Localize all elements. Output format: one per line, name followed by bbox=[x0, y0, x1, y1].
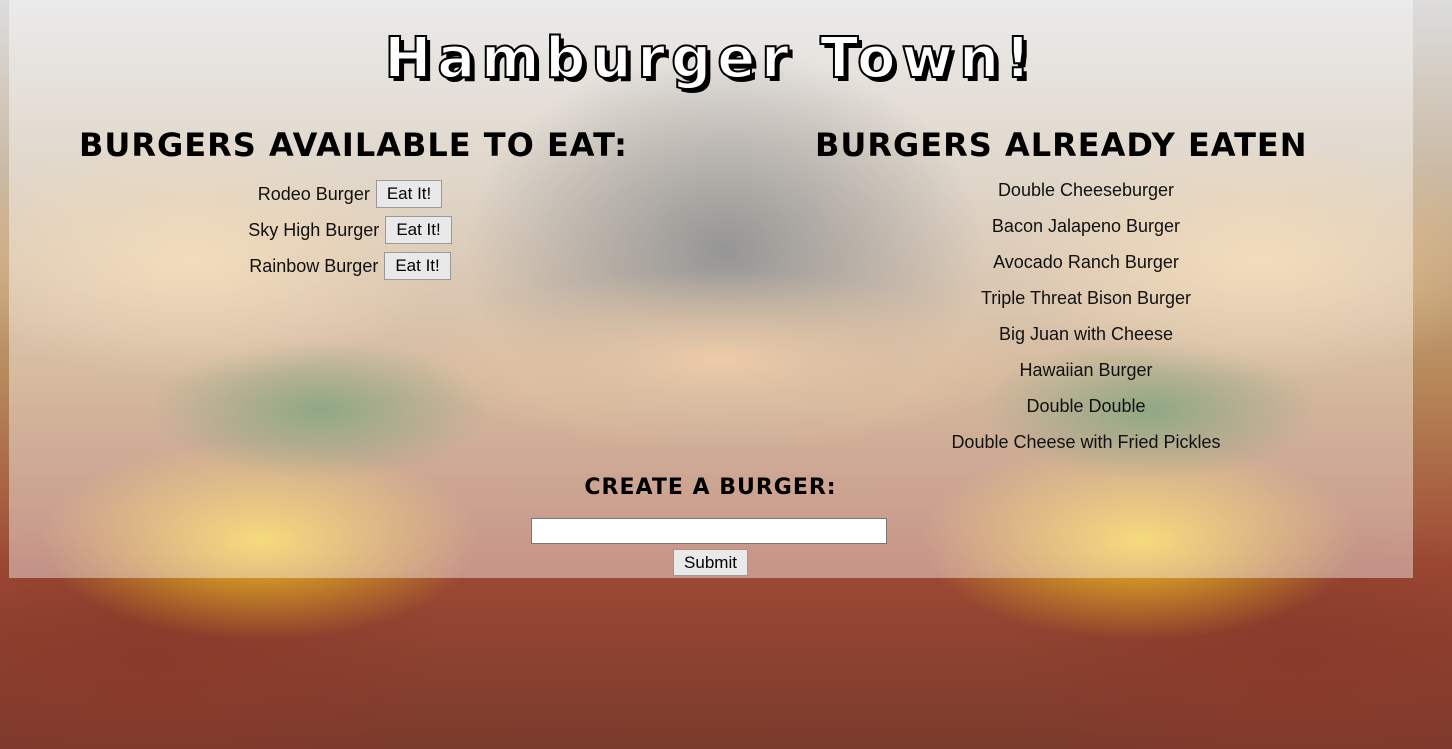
available-burger-item: Rainbow Burger Eat It! bbox=[100, 248, 600, 284]
burger-name: Rodeo Burger bbox=[257, 183, 370, 204]
available-burger-item: Rodeo Burger Eat It! bbox=[100, 176, 600, 212]
eaten-burger-item: Double Cheese with Fried Pickles bbox=[951, 432, 1221, 452]
eat-it-button[interactable]: Eat It! bbox=[385, 216, 452, 244]
eaten-burgers-heading: Burgers Already Eaten bbox=[815, 126, 1308, 164]
burger-name: Sky High Burger bbox=[248, 219, 380, 240]
eat-it-button[interactable]: Eat It! bbox=[384, 252, 451, 280]
burger-name: Rainbow Burger bbox=[249, 255, 379, 276]
eaten-burger-item: Bacon Jalapeno Burger bbox=[991, 216, 1181, 236]
eaten-burger-item: Hawaiian Burger bbox=[1019, 360, 1153, 380]
available-burgers-list: Rodeo Burger Eat It! Sky High Burger Eat… bbox=[100, 176, 600, 284]
create-burger-heading: Create a Burger: bbox=[584, 475, 837, 500]
eaten-burger-item: Big Juan with Cheese bbox=[998, 324, 1174, 344]
eaten-burger-item: Double Double bbox=[1026, 396, 1146, 416]
site-title: Hamburger Town! bbox=[383, 25, 1037, 92]
eaten-burger-item: Double Cheeseburger bbox=[997, 180, 1175, 200]
eat-it-button[interactable]: Eat It! bbox=[375, 180, 443, 208]
submit-button[interactable]: Submit bbox=[673, 549, 748, 576]
eaten-burger-item: Avocado Ranch Burger bbox=[993, 252, 1179, 272]
burger-name-input[interactable] bbox=[531, 518, 887, 544]
available-burgers-heading: Burgers Available to Eat: bbox=[79, 126, 628, 164]
eaten-burger-item: Triple Threat Bison Burger bbox=[980, 288, 1192, 308]
eaten-burgers-list: Double Cheeseburger Bacon Jalapeno Burge… bbox=[886, 172, 1286, 460]
available-burger-item: Sky High Burger Eat It! bbox=[100, 212, 600, 248]
